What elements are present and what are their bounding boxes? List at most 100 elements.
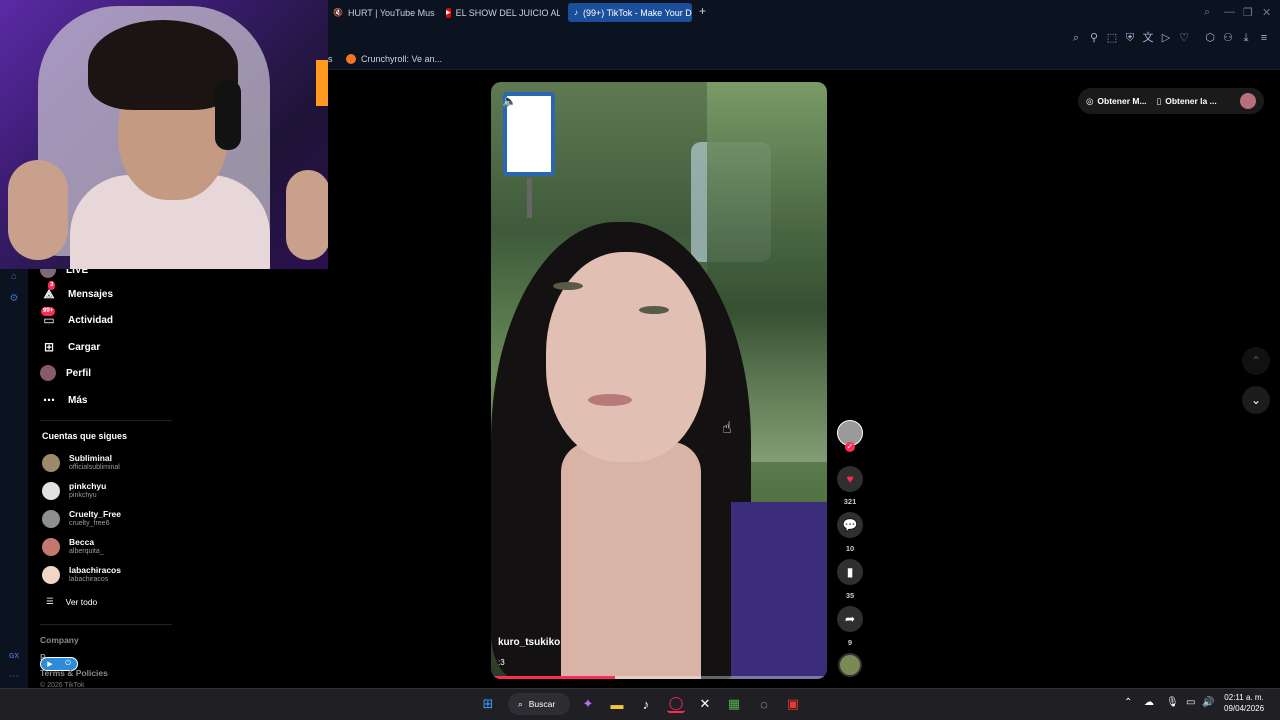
tab-youtube[interactable]: ▶ EL SHOW DEL JUICIO ALF (440, 3, 560, 22)
left-eye (553, 282, 583, 290)
tab-tiktok[interactable]: ♪ (99+) TikTok - Make Your D (568, 3, 692, 22)
extensions-icon[interactable]: ⬡ (1203, 31, 1217, 45)
get-app-label: Obtener la ... (1165, 96, 1217, 106)
heart-icon[interactable]: ♡ (1177, 31, 1191, 45)
search-tabs-icon[interactable]: ⌕ (1204, 6, 1210, 19)
following-account[interactable]: pinkchyu pinkchyu (42, 481, 106, 500)
screenshot-icon[interactable]: ⬚ (1105, 31, 1119, 45)
settings-icon[interactable]: ⚙ (7, 292, 21, 306)
account-handle: labachiracos (69, 576, 109, 583)
restore-icon[interactable]: ❐ (1243, 6, 1253, 19)
capcut-icon[interactable]: ✕ (696, 695, 714, 713)
user-avatar[interactable] (1240, 93, 1256, 109)
following-account[interactable]: Subliminal officialsubliminal (42, 453, 120, 472)
activity-icon: ▭ 99+ (41, 307, 56, 327)
cloud-icon[interactable]: ☁ (1144, 697, 1154, 708)
save-button[interactable]: ▮ (837, 559, 863, 585)
subject-top (731, 502, 827, 679)
copilot-icon[interactable]: ✦ (579, 695, 597, 713)
footer-terms-link[interactable]: Terms & Policies (40, 668, 108, 678)
video-player[interactable]: 🔈 kuro_tsukiko :3 (491, 82, 827, 679)
download-icon[interactable]: ⤓ (1239, 31, 1253, 45)
sidebar-item-activity[interactable]: ▭ 99+ Actividad (40, 307, 113, 330)
more-icon[interactable]: ⋯ (7, 670, 21, 684)
windows-start-icon[interactable]: ⊞ (479, 695, 497, 713)
following-account[interactable]: Becca alberquita_ (42, 537, 104, 556)
minimize-icon[interactable]: — (1224, 6, 1235, 18)
power-icon: ⏻ (65, 660, 71, 667)
account-name: labachiracos (69, 565, 121, 575)
see-all-button[interactable]: ☰ Ver todo (46, 596, 97, 607)
previous-video-button[interactable]: ⌃ (1242, 347, 1270, 375)
video-progress[interactable] (491, 676, 827, 679)
get-coins-button[interactable]: ◎ Obtener M... (1086, 96, 1147, 107)
tab-youtube-music[interactable]: 🔇 HURT | YouTube Music (327, 3, 435, 22)
sidebar-item-label: Cargar (68, 341, 101, 353)
share-button[interactable]: ➦ (837, 606, 863, 632)
close-icon[interactable]: ✕ (1262, 6, 1271, 19)
tab-label: EL SHOW DEL JUICIO ALF (455, 7, 560, 18)
app-red-icon[interactable]: ▣ (784, 695, 802, 713)
account-name: Subliminal (69, 453, 112, 463)
see-all-label: Ver todo (65, 596, 98, 607)
zoom-icon[interactable]: ⌕ (1069, 31, 1083, 45)
coin-icon: ◎ (1086, 95, 1094, 106)
send-icon[interactable]: ▷ (1159, 31, 1173, 45)
music-disc[interactable] (838, 653, 862, 677)
wallet-icon[interactable]: ⚇ (1221, 31, 1235, 45)
headset (215, 80, 241, 150)
account-name: Cruelty_Free (69, 509, 121, 519)
sidebar-item-upload[interactable]: ⊞ Cargar (40, 337, 100, 357)
taskbar-search[interactable]: ⌕ Buscar (508, 693, 570, 715)
network-icon[interactable]: ▭ (1186, 697, 1195, 708)
hand-cursor-icon: ☝ (722, 420, 732, 437)
sidebar-item-profile[interactable]: Perfil (40, 363, 91, 383)
volume-icon[interactable]: 🔈 (502, 94, 517, 108)
account-name: Becca (69, 537, 95, 547)
tiktok-taskbar-icon[interactable]: ♪ (637, 695, 655, 713)
translate-icon[interactable]: 文 (1141, 31, 1155, 45)
account-handle: pinkchyu (69, 492, 97, 499)
subject-neck (561, 442, 701, 679)
like-count: 321 (843, 497, 857, 506)
activity-badge: 99+ (41, 307, 56, 316)
comment-button[interactable]: 💬 (837, 512, 863, 538)
video-username[interactable]: kuro_tsukiko (498, 637, 560, 648)
shield-icon[interactable]: ⛨ (1123, 31, 1137, 45)
app-icon[interactable]: ◌ (755, 695, 773, 713)
minecraft-icon[interactable]: ▦ (725, 695, 743, 713)
lips (588, 394, 632, 406)
system-clock[interactable]: 02:11 a. m. 09/04/2026 (1224, 692, 1264, 714)
bookmark-icon: ▮ (846, 565, 854, 579)
bookmark-item[interactable]: s (328, 54, 333, 64)
get-app-bar: ◎ Obtener M... ▯ Obtener la ... (1078, 88, 1264, 114)
save-count: 35 (845, 591, 855, 600)
speaker-icon[interactable]: 🔊 (1202, 697, 1214, 708)
menu-icon[interactable]: ≡ (1257, 31, 1271, 45)
get-app-button[interactable]: ▯ Obtener la ... (1157, 96, 1217, 107)
sign-pole (527, 178, 532, 218)
follow-check-icon[interactable]: ✓ (845, 442, 855, 452)
next-video-button[interactable]: ⌄ (1242, 386, 1270, 414)
new-tab-button[interactable]: + (696, 5, 709, 18)
opera-gx-icon[interactable]: ◯ (667, 695, 685, 713)
gx-icon[interactable]: GX (7, 650, 21, 664)
sidebar-item-messages[interactable]: ⟁ 3 Mensajes (40, 281, 114, 304)
following-title: Cuentas que sigues (42, 431, 128, 441)
pin-icon[interactable]: ⚲ (1087, 31, 1101, 45)
sidebar-item-label: Perfil (66, 367, 92, 379)
tray-expand-icon[interactable]: ⌃ (1124, 697, 1132, 708)
home-icon[interactable]: ⌂ (7, 270, 21, 284)
sidebar-item-more[interactable]: ⋯ Más (40, 390, 87, 410)
footer-company-link[interactable]: Company (40, 635, 79, 645)
bookmark-crunchyroll[interactable]: Crunchyroll: Ve an... (346, 54, 442, 64)
sidebar-item-label: Mensajes (68, 288, 114, 300)
like-button[interactable]: ♥ (837, 466, 863, 492)
following-account[interactable]: Cruelty_Free cruelty_free6 (42, 509, 121, 528)
following-account[interactable]: labachiracos labachiracos (42, 565, 121, 584)
avatar (42, 509, 60, 528)
send-message-icon: ⟁ 3 (43, 281, 56, 301)
microphone-icon[interactable]: 🎙 (1166, 697, 1179, 708)
right-hand (286, 170, 328, 260)
file-explorer-icon[interactable]: ▬ (608, 695, 626, 713)
